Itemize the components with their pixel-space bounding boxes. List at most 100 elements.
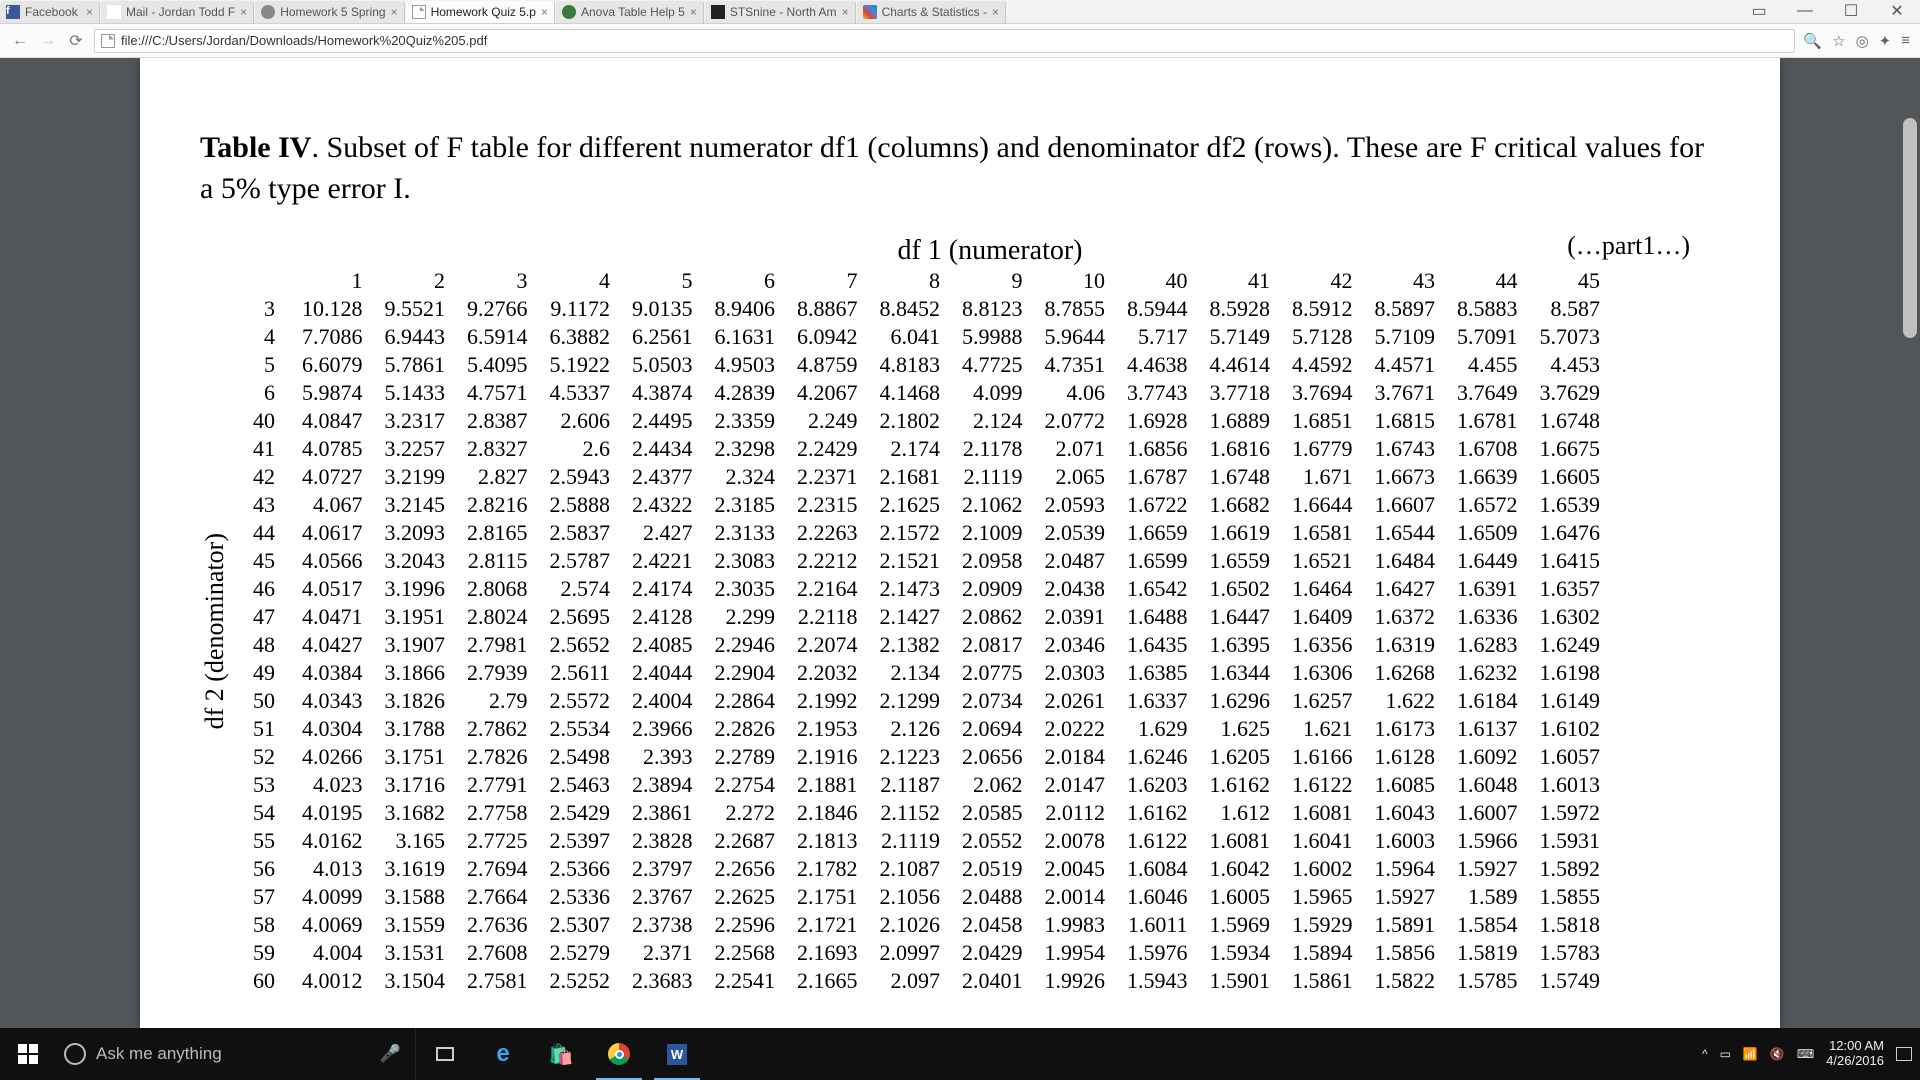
wifi-icon[interactable]: 📶 <box>1743 1047 1758 1061</box>
col-header: 5 <box>621 267 704 295</box>
close-tab-icon[interactable]: × <box>240 5 247 19</box>
window-controls: ▭ — ☐ ✕ <box>1736 0 1920 23</box>
close-tab-icon[interactable]: × <box>86 5 93 19</box>
account-icon[interactable]: ▭ <box>1736 0 1782 23</box>
browser-tab[interactable]: Homework Quiz 5.p× <box>406 1 555 23</box>
cell: 2.4377 <box>621 463 704 491</box>
row-header: 41 <box>242 435 291 463</box>
address-bar[interactable]: file:///C:/Users/Jordan/Downloads/Homewo… <box>94 29 1795 53</box>
start-button[interactable] <box>0 1028 56 1080</box>
task-view-button[interactable] <box>416 1028 474 1080</box>
cell: 8.8123 <box>951 295 1034 323</box>
tray-expand-icon[interactable]: ^ <box>1702 1047 1708 1061</box>
edge-app[interactable]: e <box>474 1028 532 1080</box>
cell: 2.5429 <box>539 799 622 827</box>
close-tab-icon[interactable]: × <box>690 5 697 19</box>
browser-tab[interactable]: STSnine - North Am× <box>705 1 856 23</box>
cell: 2.2429 <box>786 435 869 463</box>
cell: 2.065 <box>1034 463 1117 491</box>
cell: 8.5912 <box>1281 295 1364 323</box>
col-header: 6 <box>704 267 787 295</box>
extension-icon[interactable]: ✦ <box>1879 32 1892 50</box>
cell: 1.621 <box>1281 715 1364 743</box>
close-tab-icon[interactable]: × <box>391 5 398 19</box>
store-app[interactable]: 🛍️ <box>532 1028 590 1080</box>
cell: 2.4085 <box>621 631 704 659</box>
cell: 8.5897 <box>1364 295 1447 323</box>
word-app[interactable]: W <box>648 1028 706 1080</box>
cell: 2.097 <box>869 967 952 995</box>
cell: 1.6372 <box>1364 603 1447 631</box>
mic-icon[interactable]: 🎤 <box>380 1044 401 1064</box>
tab-label: Anova Table Help 5 <box>581 5 685 19</box>
forward-button[interactable]: → <box>38 31 58 51</box>
cell: 1.6283 <box>1446 631 1529 659</box>
table-row: 594.0043.15312.76082.52792.3712.25682.16… <box>242 939 1611 967</box>
charts-icon <box>863 5 877 19</box>
cell: 4.9503 <box>704 351 787 379</box>
table-row: 464.05173.19962.80682.5742.41742.30352.2… <box>242 575 1611 603</box>
close-tab-icon[interactable]: × <box>541 5 548 19</box>
close-tab-icon[interactable]: × <box>992 5 999 19</box>
volume-icon[interactable]: 🔇 <box>1770 1047 1785 1061</box>
pdf-viewport[interactable]: Table IV. Subset of F table for differen… <box>0 58 1920 1028</box>
cell: 4.023 <box>291 771 374 799</box>
close-tab-icon[interactable]: × <box>842 5 849 19</box>
minimize-button[interactable]: — <box>1782 0 1828 23</box>
cell: 2.124 <box>951 407 1034 435</box>
browser-tab[interactable]: Charts & Statistics -× <box>857 1 1006 23</box>
col-header: 4 <box>539 267 622 295</box>
cell: 1.5931 <box>1529 827 1612 855</box>
cell: 2.0585 <box>951 799 1034 827</box>
scrollbar-thumb[interactable] <box>1903 118 1917 338</box>
menu-icon[interactable]: ≡ <box>1901 32 1910 50</box>
row-header: 49 <box>242 659 291 687</box>
maximize-button[interactable]: ☐ <box>1828 0 1874 23</box>
f-table: 12345678910404142434445310.1289.55219.27… <box>242 267 1611 995</box>
cell: 2.8115 <box>456 547 539 575</box>
cell: 1.6084 <box>1116 855 1199 883</box>
cell: 1.5965 <box>1281 883 1364 911</box>
browser-tab[interactable]: fFacebook× <box>0 1 100 23</box>
cell: 4.06 <box>1034 379 1117 407</box>
cell: 2.5888 <box>539 491 622 519</box>
row-header: 54 <box>242 799 291 827</box>
cortana-search[interactable]: Ask me anything 🎤 <box>56 1028 416 1080</box>
cell: 1.6184 <box>1446 687 1529 715</box>
battery-icon[interactable]: ▭ <box>1720 1047 1731 1061</box>
cell: 1.6476 <box>1529 519 1612 547</box>
cell: 3.2043 <box>374 547 457 575</box>
cell: 2.2315 <box>786 491 869 519</box>
table-row: 414.07853.22572.83272.62.44342.32982.242… <box>242 435 1611 463</box>
cell: 2.1178 <box>951 435 1034 463</box>
cast-icon[interactable]: ◎ <box>1856 32 1869 50</box>
cell: 2.7939 <box>456 659 539 687</box>
cell: 1.6122 <box>1281 771 1364 799</box>
cell: 4.455 <box>1446 351 1529 379</box>
back-button[interactable]: ← <box>10 31 30 51</box>
table-row: 574.00993.15882.76642.53362.37672.26252.… <box>242 883 1611 911</box>
zoom-icon[interactable]: 🔍 <box>1803 32 1822 50</box>
reload-button[interactable]: ⟳ <box>66 31 86 51</box>
cell: 4.4571 <box>1364 351 1447 379</box>
keyboard-icon[interactable]: ⌨ <box>1797 1047 1814 1061</box>
browser-tab[interactable]: Anova Table Help 5 × <box>556 1 704 23</box>
cell: 3.2199 <box>374 463 457 491</box>
star-icon[interactable]: ☆ <box>1832 32 1845 50</box>
table-row: 554.01623.1652.77252.53972.38282.26872.1… <box>242 827 1611 855</box>
cell: 1.6743 <box>1364 435 1447 463</box>
cell: 2.8327 <box>456 435 539 463</box>
cell: 1.5934 <box>1199 939 1282 967</box>
cell: 1.6002 <box>1281 855 1364 883</box>
col-header: 45 <box>1529 267 1612 295</box>
taskbar-clock[interactable]: 12:00 AM 4/26/2016 <box>1826 1039 1884 1069</box>
close-window-button[interactable]: ✕ <box>1874 0 1920 23</box>
action-center-icon[interactable] <box>1896 1047 1912 1061</box>
browser-tab[interactable]: Mail - Jordan Todd F× <box>101 1 254 23</box>
col-header: 2 <box>374 267 457 295</box>
browser-tab[interactable]: Homework 5 Spring× <box>255 1 404 23</box>
chrome-app[interactable] <box>590 1028 648 1080</box>
row-header: 51 <box>242 715 291 743</box>
tab-label: Facebook <box>25 5 81 19</box>
cell: 1.6435 <box>1116 631 1199 659</box>
